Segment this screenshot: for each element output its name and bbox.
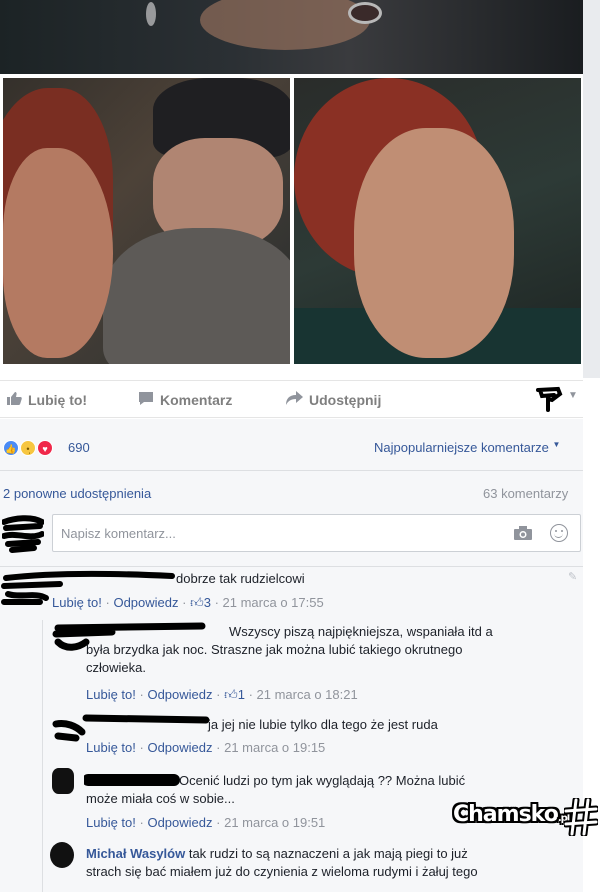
avatar[interactable] — [2, 514, 44, 554]
comment-timestamp[interactable]: 21 marca o 19:15 — [224, 740, 325, 755]
comment-text-line: Michał Wasylów tak rudzi to są naznaczen… — [86, 846, 468, 861]
separator: · — [248, 687, 253, 702]
comment-4-meta: Lubię to! · Odpowiedz · 21 marca o 19:51 — [86, 815, 325, 830]
comment-like-button[interactable]: Lubię to! — [86, 687, 136, 702]
comment-text: ja jej nie lubie tylko dla tego że jest … — [208, 717, 438, 732]
comment-timestamp[interactable]: 21 marca o 18:21 — [257, 687, 358, 702]
photo-shape — [200, 0, 370, 50]
comment-text: dobrze tak rudzielcowi — [176, 571, 305, 586]
separator: · — [139, 687, 144, 702]
comment-text-line: strach się bać miałem już do czynienia z… — [86, 864, 478, 879]
comment-input[interactable] — [53, 515, 580, 551]
camera-icon[interactable] — [513, 525, 533, 541]
avatar[interactable] — [50, 842, 74, 868]
comment-timestamp[interactable]: 21 marca o 19:51 — [224, 815, 325, 830]
separator: · — [214, 595, 219, 610]
comment-text-line: Wszyscy piszą najpiękniejsza, wspaniała … — [229, 624, 493, 639]
watermark-logo: Chamsko.pl — [450, 798, 600, 838]
share-label: Udostępnij — [309, 392, 382, 408]
thumbs-up-icon: 👍︎ — [224, 687, 238, 702]
comment-count[interactable]: 63 komentarzy — [483, 486, 568, 501]
page-edge — [583, 0, 600, 378]
post-actions-bar: Lubię to! Komentarz Udostępnij — [0, 380, 583, 418]
redacted-avatar-and-name — [52, 714, 210, 742]
comment-likes[interactable]: 👍︎3 — [190, 595, 211, 610]
avatar[interactable] — [52, 768, 74, 794]
comment-2: Wszyscy piszą najpiękniejsza, wspaniała … — [86, 623, 556, 677]
divider — [0, 470, 583, 471]
separator: · — [139, 740, 144, 755]
comment-2-meta: Lubię to! · Odpowiedz · 👍︎1 · 21 marca o… — [86, 687, 358, 703]
reaction-count[interactable]: 690 — [68, 440, 90, 455]
shares-link[interactable]: 2 ponowne udostępnienia — [3, 486, 151, 501]
like-button[interactable]: Lubię to! — [6, 381, 87, 419]
comment-label: Komentarz — [160, 392, 233, 408]
comment-text-line: była brzydka jak noc. Straszne jak można… — [86, 642, 463, 657]
comment-sort-label: Najpopularniejsze komentarze — [374, 440, 549, 455]
separator: · — [216, 687, 221, 702]
post-photo-top[interactable] — [0, 0, 583, 74]
photo-ring — [348, 2, 382, 24]
comment-5: Michał Wasylów tak rudzi to są naznaczen… — [86, 845, 566, 881]
hash-logo-icon — [564, 798, 598, 836]
comment-composer[interactable] — [52, 514, 581, 552]
thumbs-up-icon: 👍︎ — [190, 595, 204, 610]
reply-thread-line — [42, 620, 43, 892]
divider — [0, 566, 583, 567]
chevron-down-icon[interactable]: ▼ — [568, 390, 578, 401]
smiley-icon[interactable] — [550, 524, 568, 542]
post-photo-right[interactable] — [294, 78, 581, 364]
comment-text-line: Ocenić ludzi po tym jak wyglądają ?? Moż… — [179, 773, 466, 788]
photo-beard — [103, 228, 290, 364]
comment-3: ja jej nie lubie tylko dla tego że jest … — [208, 716, 568, 734]
chevron-down-icon: ▼ — [552, 440, 561, 449]
sad-reaction-icon[interactable]: •̩ — [20, 440, 36, 456]
comment-like-button[interactable]: Lubię to! — [52, 595, 102, 610]
comment-4: Ocenić ludzi po tym jak wyglądają ?? Moż… — [86, 772, 506, 808]
reactions-row: 👍 •̩ ♥ 690 Najpopularniejsze komentarze … — [0, 436, 583, 460]
comment-sort-dropdown[interactable]: Najpopularniejsze komentarze ▼ — [374, 440, 560, 455]
comment-timestamp[interactable]: 21 marca o 17:55 — [223, 595, 324, 610]
comment-button[interactable]: Komentarz — [138, 381, 232, 419]
comment-text-line: człowieka. — [86, 660, 146, 675]
comment-3-meta: Lubię to! · Odpowiedz · 21 marca o 19:15 — [86, 740, 325, 755]
comment-1-meta: Lubię to! · Odpowiedz · 👍︎3 · 21 marca o… — [52, 595, 324, 611]
share-arrow-icon — [286, 391, 303, 409]
like-label: Lubię to! — [28, 392, 88, 408]
watermark-text: Chamsko.pl — [453, 802, 570, 827]
separator: · — [105, 595, 110, 610]
love-reaction-icon[interactable]: ♥ — [37, 440, 53, 456]
comment-like-button[interactable]: Lubię to! — [86, 740, 136, 755]
photo-woman-face — [3, 148, 113, 358]
share-button[interactable]: Udostępnij — [286, 381, 381, 419]
post-photo-left[interactable] — [3, 78, 290, 364]
photo-woman-face — [354, 128, 514, 358]
comment-reply-button[interactable]: Odpowiedz — [113, 595, 178, 610]
like-reaction-icon[interactable]: 👍 — [3, 440, 19, 456]
comment-reply-button[interactable]: Odpowiedz — [147, 815, 212, 830]
speech-bubble-icon — [138, 391, 154, 410]
separator: · — [216, 815, 221, 830]
thumbs-up-icon — [6, 391, 22, 410]
comment-text-line: może miała coś w sobie... — [86, 791, 235, 806]
page-avatar-scribble[interactable] — [536, 386, 564, 412]
comment-1: dobrze tak rudzielcowi — [176, 570, 576, 588]
separator: · — [182, 595, 187, 610]
comment-likes[interactable]: 👍︎1 — [224, 687, 245, 702]
separator: · — [216, 740, 221, 755]
comment-reply-button[interactable]: Odpowiedz — [147, 687, 212, 702]
comment-author[interactable]: Michał Wasylów — [86, 846, 185, 861]
comment-like-button[interactable]: Lubię to! — [86, 815, 136, 830]
photo-earring — [146, 2, 156, 26]
separator: · — [139, 815, 144, 830]
comment-reply-button[interactable]: Odpowiedz — [147, 740, 212, 755]
